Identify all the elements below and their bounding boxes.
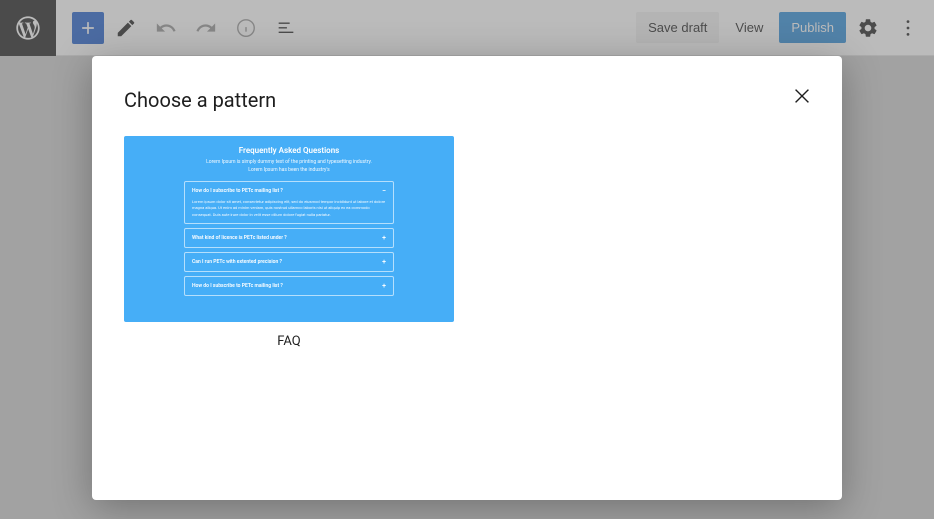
pattern-card[interactable]: Frequently Asked Questions Lorem Ipsum i… xyxy=(124,136,454,349)
preview-faq-question: Can I run PETc with extented precision ? xyxy=(192,259,282,265)
preview-faq-question: How do I subscribe to PETc mailing list … xyxy=(192,283,283,289)
preview-faq-question: How do I subscribe to PETc mailing list … xyxy=(192,188,283,194)
preview-faq-item: What kind of licence is PETc listed unde… xyxy=(184,228,394,248)
plus-icon: + xyxy=(382,258,386,266)
modal-overlay: Choose a pattern Frequently Asked Questi… xyxy=(0,0,934,519)
minus-icon: − xyxy=(382,187,386,195)
pattern-label: FAQ xyxy=(124,334,454,349)
plus-icon: + xyxy=(382,282,386,290)
preview-subtitle2: Lorem Ipsum has been the industry's xyxy=(134,167,444,173)
pattern-modal: Choose a pattern Frequently Asked Questi… xyxy=(92,56,842,500)
preview-faq-question: What kind of licence is PETc listed unde… xyxy=(192,235,287,241)
modal-title: Choose a pattern xyxy=(124,88,810,112)
plus-icon: + xyxy=(382,234,386,242)
preview-subtitle: Lorem Ipsum is simply dummy text of the … xyxy=(134,159,444,165)
preview-faq-answer: Lorem ipsum dolor sit amet, consectetur … xyxy=(192,199,386,218)
preview-faq-item: Can I run PETc with extented precision ?… xyxy=(184,252,394,272)
preview-faq-item: How do I subscribe to PETc mailing list … xyxy=(184,276,394,296)
pattern-preview: Frequently Asked Questions Lorem Ipsum i… xyxy=(124,136,454,322)
close-button[interactable] xyxy=(786,80,818,112)
close-icon xyxy=(791,85,813,107)
preview-faq-item: How do I subscribe to PETc mailing list … xyxy=(184,181,394,224)
preview-title: Frequently Asked Questions xyxy=(134,146,444,155)
